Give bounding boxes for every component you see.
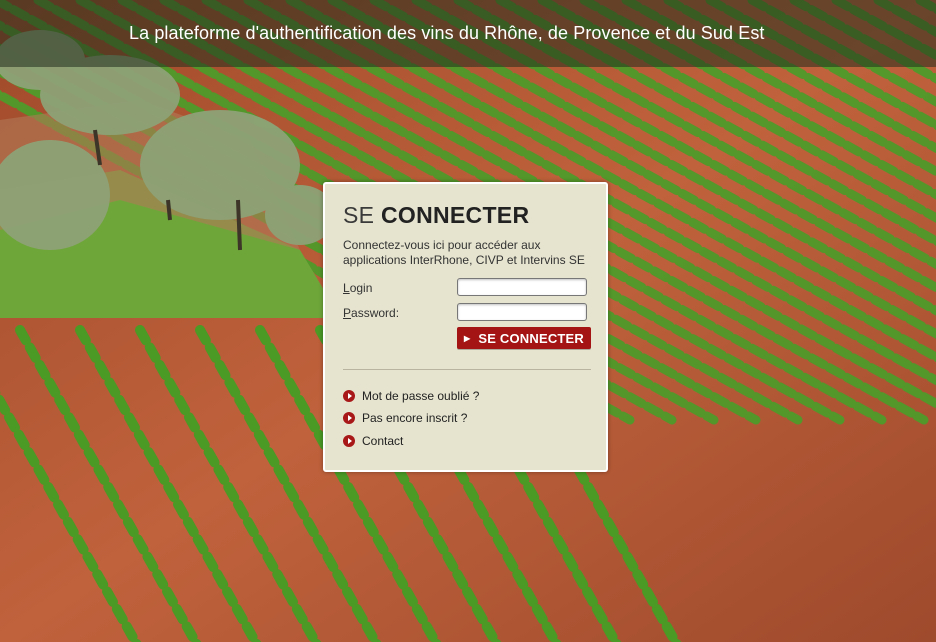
arrow-right-circle-icon: [343, 435, 355, 447]
register-link[interactable]: Pas encore inscrit ?: [343, 411, 467, 425]
login-input[interactable]: [457, 278, 587, 296]
site-tagline: La plateforme d'authentification des vin…: [129, 23, 765, 43]
password-label: Password:: [343, 306, 400, 320]
password-input[interactable]: [457, 303, 587, 321]
contact-link[interactable]: Contact: [343, 434, 403, 448]
contact-label: Contact: [362, 434, 404, 448]
arrow-right-circle-icon: [343, 390, 355, 402]
login-label: Login: [343, 281, 373, 295]
forgot-password-link[interactable]: Mot de passe oublié ?: [343, 389, 479, 403]
arrow-right-circle-icon: [343, 412, 355, 424]
login-intro-text: Connectez-vous ici pour accéder aux appl…: [343, 238, 585, 267]
login-title: SE CONNECTER: [343, 202, 530, 228]
register-label: Pas encore inscrit ?: [362, 411, 468, 425]
separator: [343, 369, 591, 370]
top-banner: La plateforme d'authentification des vin…: [0, 0, 936, 67]
login-submit-button[interactable]: ▶ SE CONNECTER: [457, 327, 591, 349]
arrow-right-icon: ▶: [463, 333, 471, 343]
login-submit-label: SE CONNECTER: [478, 330, 585, 346]
login-panel: SE CONNECTER Connectez-vous ici pour acc…: [323, 182, 608, 472]
forgot-password-label: Mot de passe oublié ?: [362, 389, 480, 403]
